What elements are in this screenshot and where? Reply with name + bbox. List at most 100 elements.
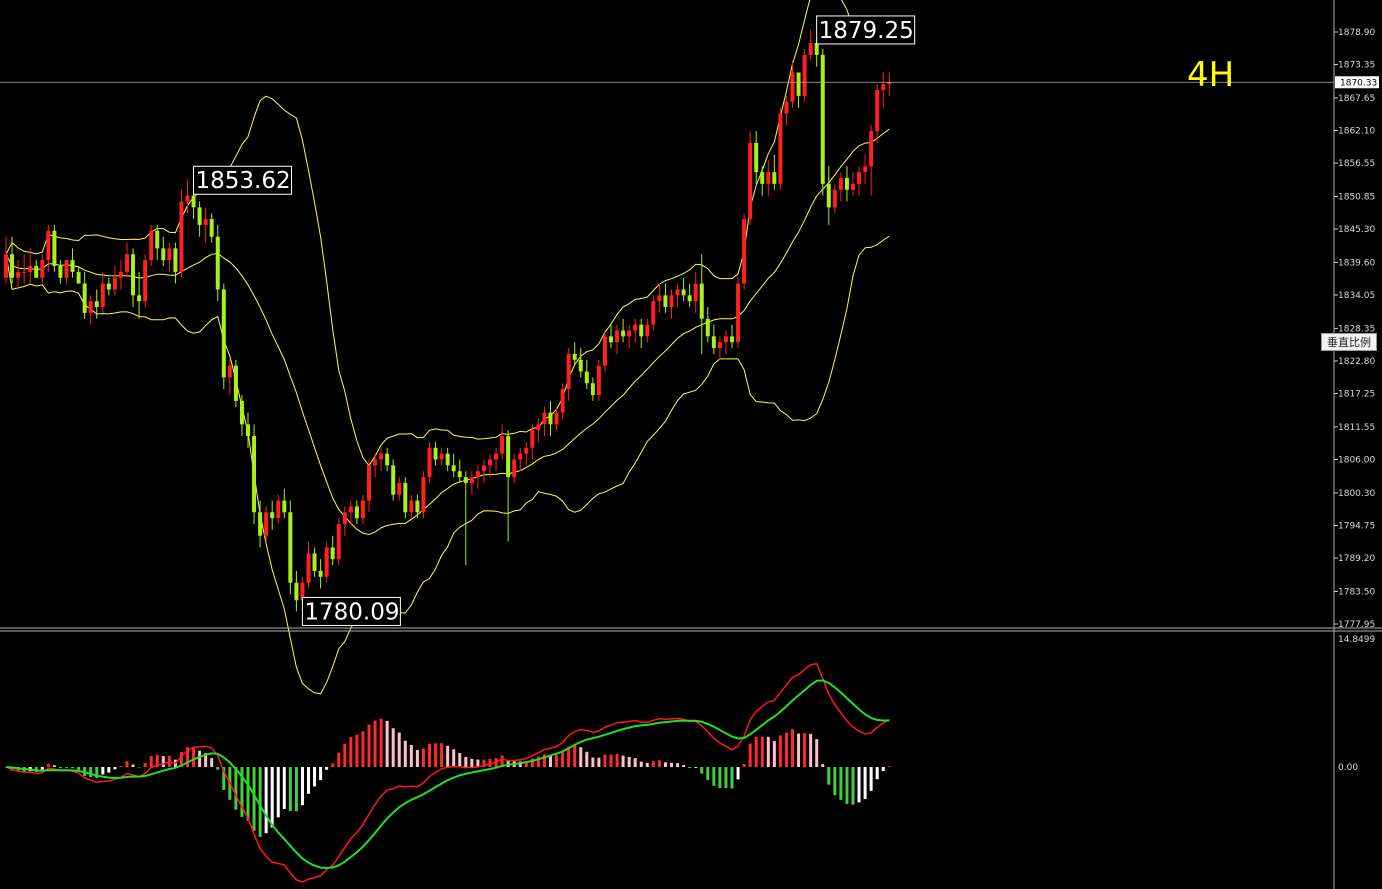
macd-histogram-bar xyxy=(71,767,75,769)
candle-body xyxy=(826,183,831,208)
candle-body xyxy=(838,178,843,190)
candle-body xyxy=(209,219,214,237)
candle[interactable] xyxy=(179,189,184,278)
macd-histogram-bar xyxy=(639,761,643,767)
candle-body xyxy=(657,295,662,302)
candle-body xyxy=(215,236,220,290)
candle[interactable] xyxy=(336,518,341,566)
candle-body xyxy=(82,283,87,313)
macd-histogram-bar xyxy=(651,761,655,767)
macd-histogram-bar xyxy=(657,760,661,767)
candle-body xyxy=(875,90,880,132)
candle-body xyxy=(282,500,287,513)
vertical-scale-button[interactable]: 垂直比例 xyxy=(1321,333,1377,351)
candle[interactable] xyxy=(421,471,426,519)
candle[interactable] xyxy=(324,541,329,583)
macd-histogram-bar xyxy=(694,767,698,768)
candle[interactable] xyxy=(233,359,238,407)
candle-body xyxy=(572,353,577,360)
macd-histogram-bar xyxy=(452,749,456,767)
macd-histogram-bar xyxy=(700,767,704,774)
macd-histogram-bar xyxy=(803,733,807,767)
candle-body xyxy=(554,412,559,425)
macd-histogram-bar xyxy=(627,757,631,767)
macd-histogram-bar xyxy=(712,767,716,786)
macd-histogram-bar xyxy=(791,729,794,767)
macd-histogram-bar xyxy=(385,720,389,767)
macd-histogram-bar xyxy=(760,736,764,767)
candle-body xyxy=(10,254,15,278)
candle-body xyxy=(584,371,589,384)
current-price-label: 1870.33 xyxy=(1340,78,1377,88)
candle-body xyxy=(203,219,208,225)
macd-histogram-bar xyxy=(294,767,298,812)
candle[interactable] xyxy=(391,459,396,501)
candle-body xyxy=(409,500,414,513)
candle[interactable] xyxy=(403,477,408,519)
candle-body xyxy=(22,271,27,273)
macd-histogram-bar xyxy=(379,718,383,767)
candle-body xyxy=(808,43,813,55)
candle[interactable] xyxy=(742,213,747,290)
macd-histogram-bar xyxy=(772,741,776,767)
macd-histogram-bar xyxy=(210,758,214,767)
candle-body xyxy=(306,553,311,583)
candle-body xyxy=(687,295,692,302)
candle-body xyxy=(748,142,753,220)
candle-body xyxy=(421,477,426,513)
candle-body xyxy=(167,248,172,261)
candle[interactable] xyxy=(143,254,148,308)
trading-chart[interactable]: 1878.90 1873.35 1867.65 1862.10 1856.55 1850.… xyxy=(0,0,1382,889)
candle[interactable] xyxy=(596,359,601,401)
candle[interactable] xyxy=(427,441,432,483)
candle-body xyxy=(663,295,668,308)
price-tick-label: 1822.80 xyxy=(1338,357,1375,367)
candle-body xyxy=(52,230,57,266)
macd-histogram-bar xyxy=(724,767,728,789)
candle[interactable] xyxy=(288,500,293,595)
candle[interactable] xyxy=(252,424,257,525)
candle[interactable] xyxy=(602,330,607,372)
candle-body xyxy=(354,506,359,519)
candle-body xyxy=(723,336,728,343)
candle-body xyxy=(367,465,371,501)
candle-body xyxy=(651,301,656,325)
candle-body xyxy=(863,166,868,173)
candle[interactable] xyxy=(149,224,154,266)
candle[interactable] xyxy=(778,107,783,190)
macd-histogram-bar xyxy=(682,765,686,767)
candle-body xyxy=(832,189,837,208)
macd-tick-label: 0.00 xyxy=(1338,763,1358,773)
candle-body xyxy=(766,172,771,184)
macd-histogram-bar xyxy=(863,767,867,800)
candle-body xyxy=(118,271,123,278)
candle-body xyxy=(270,512,275,519)
price-tick-label: 1856.55 xyxy=(1338,159,1375,169)
callout-label: 1853.62 xyxy=(196,168,291,194)
candle-body xyxy=(596,365,601,395)
candle-body xyxy=(336,524,341,560)
macd-histogram-bar xyxy=(706,767,710,781)
macd-histogram-bar xyxy=(282,767,286,810)
candle-body xyxy=(46,230,51,261)
candle-body xyxy=(439,453,444,460)
candle-body xyxy=(185,195,190,202)
macd-histogram-bar xyxy=(270,767,274,828)
candle-body xyxy=(560,389,565,413)
candle-body xyxy=(34,265,39,278)
macd-histogram-bar xyxy=(742,763,746,767)
candle-body xyxy=(100,283,105,308)
candle-body xyxy=(633,324,638,331)
macd-histogram-bar xyxy=(730,767,734,789)
candle[interactable] xyxy=(820,49,825,196)
price-tick-label: 1834.05 xyxy=(1338,291,1375,301)
candle[interactable] xyxy=(802,49,807,102)
candle-body xyxy=(221,289,226,378)
macd-histogram-bar xyxy=(833,767,837,796)
chart-background xyxy=(0,0,1382,889)
candle[interactable] xyxy=(221,283,226,390)
candle[interactable] xyxy=(736,277,741,349)
macd-histogram-bar xyxy=(797,733,801,767)
candle[interactable] xyxy=(748,131,753,225)
candle[interactable] xyxy=(52,224,57,272)
